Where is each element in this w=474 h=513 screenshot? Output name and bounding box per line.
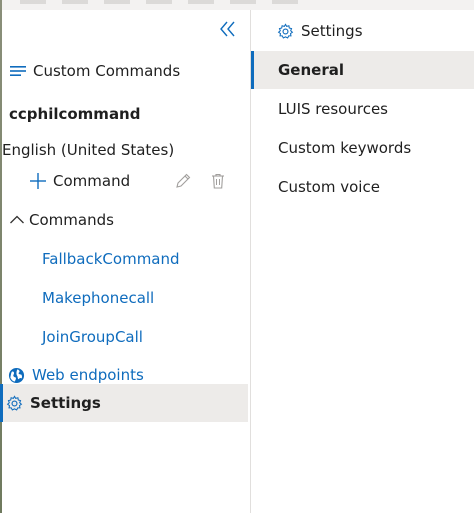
left-panel: Custom Commands ccphilcommand English (U…	[2, 10, 249, 513]
add-command-label: Command	[53, 172, 131, 190]
settings-nav-item[interactable]: Settings	[0, 384, 248, 422]
nav-label: Custom keywords	[278, 139, 412, 157]
settings-panel: Settings General LUIS resources Custom k…	[251, 10, 474, 513]
settings-nav-general[interactable]: General	[251, 51, 474, 89]
settings-header: Settings	[277, 22, 363, 40]
globe-icon	[8, 367, 25, 383]
settings-header-label: Settings	[301, 22, 363, 40]
settings-nav-luis-resources[interactable]: LUIS resources	[251, 90, 474, 128]
settings-label: Settings	[30, 394, 101, 412]
edit-icon[interactable]	[174, 172, 192, 190]
chevron-up-icon	[10, 215, 24, 224]
commands-group-header[interactable]: Commands	[9, 211, 114, 229]
selected-indicator	[251, 51, 254, 89]
gear-icon	[6, 394, 23, 411]
commands-header-label: Commands	[29, 211, 114, 229]
nav-label: LUIS resources	[278, 100, 388, 118]
plus-icon	[30, 173, 46, 189]
gear-icon	[277, 22, 294, 39]
nav-label: Custom voice	[278, 178, 380, 196]
command-item[interactable]: FallbackCommand	[42, 250, 180, 268]
settings-nav-custom-keywords[interactable]: Custom keywords	[251, 129, 474, 167]
settings-nav-custom-voice[interactable]: Custom voice	[251, 168, 474, 206]
delete-icon[interactable]	[209, 172, 227, 190]
selected-indicator	[0, 384, 3, 422]
collapse-icon[interactable]	[218, 19, 238, 39]
project-name: ccphilcommand	[9, 105, 141, 123]
language-label: English (United States)	[2, 141, 175, 159]
command-item[interactable]: JoinGroupCall	[42, 328, 143, 346]
nav-label: General	[278, 61, 344, 79]
custom-commands-label: Custom Commands	[33, 62, 181, 80]
command-item[interactable]: Makephonecall	[42, 289, 154, 307]
add-command-button[interactable]: Command	[29, 172, 130, 190]
web-endpoints-item[interactable]: Web endpoints	[8, 366, 144, 384]
custom-commands-header[interactable]: Custom Commands	[10, 62, 180, 80]
hamburger-icon	[10, 66, 26, 76]
top-strip	[0, 0, 474, 10]
web-endpoints-label: Web endpoints	[32, 366, 144, 384]
